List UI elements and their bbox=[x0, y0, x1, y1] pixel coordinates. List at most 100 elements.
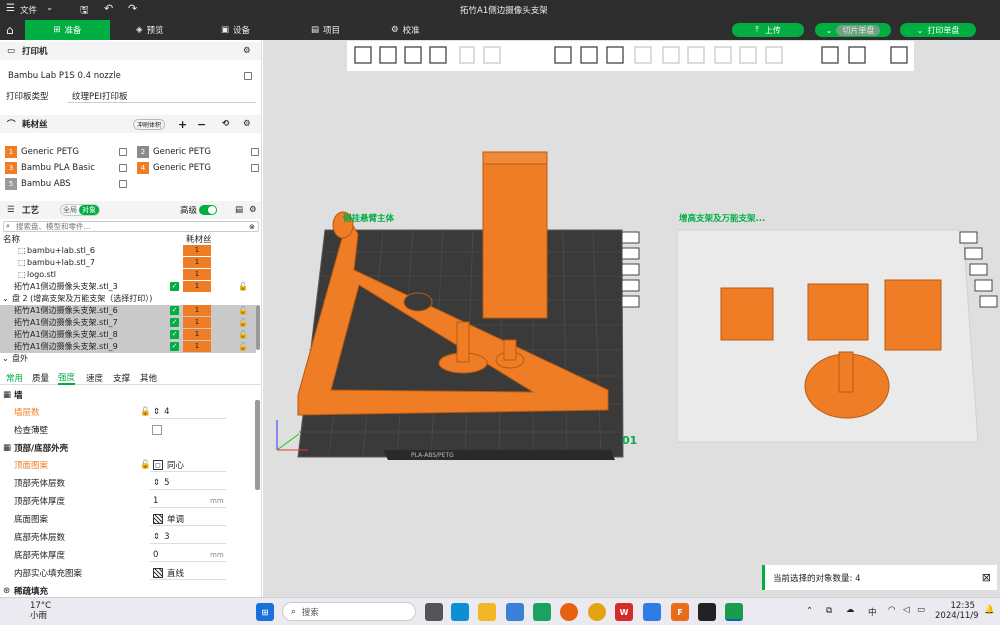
visible-checkbox[interactable]: ✓ bbox=[170, 282, 179, 292]
battery-icon[interactable]: ▭ bbox=[917, 605, 925, 615]
lock-icon[interactable]: 🔓 bbox=[140, 460, 151, 470]
tab-common[interactable]: 常用 bbox=[6, 372, 23, 384]
cloud-icon[interactable]: ☁ bbox=[846, 605, 855, 615]
list-item[interactable]: ⬚ bambu+lab.stl_6 1 bbox=[0, 245, 256, 257]
filament-number[interactable]: 1 bbox=[183, 305, 211, 317]
edit-icon[interactable] bbox=[119, 179, 127, 188]
tab-quality[interactable]: 质量 bbox=[32, 372, 49, 384]
filament-slot[interactable]: 1 Generic PETG bbox=[5, 145, 127, 158]
visible-checkbox[interactable]: ✓ bbox=[170, 306, 179, 316]
redo-icon[interactable]: ↷ bbox=[128, 2, 137, 15]
file-menu[interactable]: 文件 bbox=[20, 4, 37, 16]
task-view-icon[interactable] bbox=[425, 603, 443, 621]
advanced-toggle[interactable] bbox=[199, 205, 217, 215]
plate-1-name[interactable]: 侧挂悬臂主体 bbox=[343, 212, 394, 224]
list-item[interactable]: ⬚ bambu+lab.stl_7 1 bbox=[0, 257, 256, 269]
qq-icon[interactable] bbox=[698, 603, 716, 621]
screen-icon[interactable]: ⧉ bbox=[826, 606, 832, 616]
tab-support[interactable]: 支撑 bbox=[113, 372, 130, 384]
print-button[interactable]: ⌄ 打印单盘 bbox=[900, 23, 976, 37]
close-icon[interactable]: ⊗ bbox=[249, 223, 255, 231]
lock-icon[interactable]: 🔓 bbox=[238, 330, 248, 339]
stepper-icon[interactable]: ⇕ bbox=[153, 407, 160, 417]
tab-strength[interactable]: 强度 bbox=[58, 371, 76, 385]
chevron-down-icon[interactable]: ⌄ bbox=[46, 3, 53, 13]
table-row[interactable]: 拓竹A1侧边摄像头支架.stl_6 ✓ 1 🔓 bbox=[0, 305, 256, 317]
list-item[interactable]: ⬚ logo.stl 1 bbox=[0, 269, 256, 281]
filament-swatch[interactable]: 5 bbox=[5, 177, 17, 190]
edit-icon[interactable] bbox=[119, 163, 127, 172]
tab-calibration[interactable]: ⚙ 校准 bbox=[385, 20, 426, 40]
search-input[interactable]: 搜索盘、模型和零件... bbox=[16, 221, 91, 232]
wps-icon[interactable]: W bbox=[615, 603, 633, 621]
filament-number[interactable]: 1 bbox=[183, 329, 211, 341]
chevron-up-icon[interactable]: ⌃ bbox=[806, 606, 813, 616]
toggle-object[interactable]: 对象 bbox=[79, 205, 99, 215]
home-icon[interactable]: ⌂ bbox=[0, 20, 24, 40]
close-icon[interactable]: ⊠ bbox=[982, 571, 991, 584]
params-scrollbar[interactable] bbox=[255, 400, 260, 490]
filament-number[interactable]: 1 bbox=[183, 245, 211, 257]
bambu-studio-icon[interactable] bbox=[725, 603, 743, 621]
tab-others[interactable]: 其他 bbox=[140, 372, 157, 384]
clock[interactable]: 12:35 2024/11/9 bbox=[935, 601, 979, 621]
wifi-icon[interactable]: ◠ bbox=[888, 605, 895, 615]
tab-device[interactable]: ▣ 设备 bbox=[215, 20, 256, 40]
visible-checkbox[interactable]: ✓ bbox=[170, 342, 179, 352]
notification-icon[interactable]: 🔔 bbox=[984, 605, 995, 615]
upload-button[interactable]: ⤒ 上传 bbox=[732, 23, 804, 37]
list-item[interactable]: 拓竹A1侧边摄像头支架.stl_3 ✓ 1 🔓 bbox=[0, 281, 256, 293]
lock-icon[interactable]: 🔓 bbox=[238, 342, 248, 351]
taskbar-search[interactable]: ⌕ 搜索 bbox=[282, 602, 416, 621]
lock-icon[interactable]: 🔓 bbox=[238, 318, 248, 327]
list-scrollbar[interactable] bbox=[256, 305, 260, 350]
filament-slot[interactable]: 2 Generic PETG bbox=[137, 145, 259, 158]
add-icon[interactable]: + bbox=[178, 118, 187, 131]
store-icon[interactable] bbox=[506, 603, 524, 621]
filament-number[interactable]: 1 bbox=[183, 281, 211, 293]
bottom-layers-input[interactable]: ⇕ 3 bbox=[150, 531, 226, 544]
filament-slot[interactable]: 3 Bambu PLA Basic bbox=[5, 161, 127, 174]
sync-icon[interactable]: ⟲ bbox=[222, 119, 229, 129]
table-row[interactable]: 拓竹A1侧边摄像头支架.stl_9 ✓ 1 🔓 bbox=[0, 341, 256, 353]
feishu-icon[interactable] bbox=[643, 603, 661, 621]
weather-widget[interactable]: 17°C 小雨 bbox=[30, 601, 51, 621]
edit-icon[interactable] bbox=[244, 72, 252, 80]
tab-project[interactable]: ▤ 项目 bbox=[305, 20, 346, 40]
flush-volume-button[interactable]: 冲刷体积 bbox=[133, 118, 166, 130]
visible-checkbox[interactable]: ✓ bbox=[170, 318, 179, 328]
save-icon[interactable]: 🖫 bbox=[80, 3, 89, 20]
chevron-down-icon[interactable]: ⌄ bbox=[2, 294, 9, 303]
filament-number[interactable]: 1 bbox=[183, 341, 211, 353]
global-object-toggle[interactable]: 全局 对象 bbox=[60, 204, 100, 216]
plate-type-select[interactable]: 纹理PEI打印板 bbox=[68, 90, 256, 103]
filament-slot[interactable]: 4 Generic PETG bbox=[137, 161, 259, 174]
wall-loops-input[interactable]: ⇕ 4 bbox=[150, 406, 226, 419]
filament-number[interactable]: 1 bbox=[183, 269, 211, 281]
edit-icon[interactable] bbox=[251, 163, 259, 172]
slice-button[interactable]: ⌄ 切片单盘 bbox=[815, 23, 891, 37]
tab-preview[interactable]: ◈ 预览 bbox=[130, 20, 170, 40]
edge-icon[interactable] bbox=[451, 603, 469, 621]
top-layers-input[interactable]: ⇕ 5 bbox=[150, 477, 226, 490]
internal-solid-select[interactable]: 直线 bbox=[150, 567, 226, 580]
bottom-pattern-select[interactable]: 单调 bbox=[150, 513, 226, 526]
messages-icon[interactable] bbox=[533, 603, 551, 621]
edit-icon[interactable] bbox=[119, 147, 127, 156]
undo-icon[interactable]: ↶ bbox=[104, 2, 113, 15]
table-row[interactable]: 拓竹A1侧边摄像头支架.stl_8 ✓ 1 🔓 bbox=[0, 329, 256, 341]
search-bar[interactable]: ⌕ 搜索盘、模型和零件... ⊗ bbox=[3, 221, 259, 232]
plate-group[interactable]: ⌄ 盘外 bbox=[0, 353, 256, 365]
gear-icon[interactable]: ⚙ bbox=[249, 205, 257, 215]
stepper-icon[interactable]: ⇕ bbox=[153, 478, 160, 488]
plate-group[interactable]: ⌄ 盘 2 (增高支架及万能支架（选择打印）) bbox=[0, 293, 256, 305]
gear-icon[interactable]: ⚙ bbox=[243, 46, 251, 56]
tab-prepare[interactable]: ⊞ 准备 bbox=[25, 20, 110, 40]
detect-thin-wall-checkbox[interactable] bbox=[152, 425, 162, 435]
toggle-global[interactable]: 全局 bbox=[61, 205, 79, 215]
ime-indicator[interactable]: 中 bbox=[868, 606, 877, 618]
lock-icon[interactable]: 🔓 bbox=[140, 407, 151, 417]
hamburger-icon[interactable]: ☰ bbox=[6, 3, 15, 14]
chevron-down-icon[interactable]: ⌄ bbox=[2, 354, 9, 363]
chrome-icon[interactable] bbox=[588, 603, 606, 621]
